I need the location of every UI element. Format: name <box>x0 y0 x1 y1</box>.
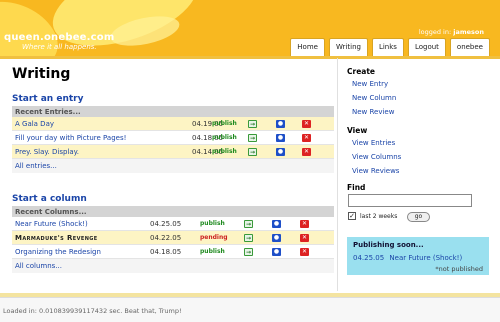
column-status: pending <box>200 234 228 241</box>
find-go-button[interactable]: go <box>407 212 430 222</box>
new-column-link[interactable]: New Column <box>352 94 396 102</box>
delete-x-icon[interactable]: ✕ <box>300 247 309 256</box>
site-header: queen.onebee.com Where it all happens. l… <box>0 0 500 56</box>
entry-row: Prey. Slay. Display. 04.14.05 publish → … <box>12 145 334 159</box>
entry-status: publish <box>212 134 237 141</box>
column-row: Near Future (Shock!) 04.25.05 publish → … <box>12 217 334 231</box>
entry-title-link[interactable]: Fill your day with Picture Pages! <box>12 134 126 142</box>
arrow-go-icon[interactable]: → <box>248 147 257 156</box>
arrow-go-icon[interactable]: → <box>248 119 257 128</box>
column-title-link[interactable]: Organizing the Redesign <box>12 248 101 256</box>
entry-title-link[interactable]: A Gala Day <box>12 120 54 128</box>
start-column-link[interactable]: Start a column <box>12 194 334 204</box>
columns-section: Start a column Recent Columns... Near Fu… <box>12 194 334 273</box>
magnifier-view-icon[interactable]: ● <box>276 119 285 128</box>
entries-section: Start an entry Recent Entries... A Gala … <box>12 94 334 173</box>
publishing-soon-item: 04.25.05 Near Future (Shock!) <box>353 254 462 262</box>
entry-row: A Gala Day 04.19.05 publish → ● ✕ <box>12 117 334 131</box>
site-title[interactable]: queen.onebee.com <box>4 32 114 43</box>
arrow-go-icon[interactable]: → <box>244 233 253 242</box>
create-heading: Create <box>347 67 376 76</box>
view-reviews-link[interactable]: View Reviews <box>352 167 399 175</box>
not-published-note: *not published <box>435 265 483 273</box>
column-date: 04.25.05 <box>150 219 182 228</box>
column-row: Marmaduke's Revenge 04.22.05 pending → ●… <box>12 231 334 245</box>
magnifier-view-icon[interactable]: ● <box>272 233 281 242</box>
logged-in-status: logged in: jameson <box>419 28 484 36</box>
last-2-weeks-checkbox[interactable]: ✓ <box>348 212 356 220</box>
nav-tab-links[interactable]: Links <box>371 38 404 56</box>
delete-x-icon[interactable]: ✕ <box>300 219 309 228</box>
new-review-link[interactable]: New Review <box>352 108 394 116</box>
recent-entries-header: Recent Entries... <box>12 106 334 117</box>
nav-tab-logout[interactable]: Logout <box>407 38 446 56</box>
delete-x-icon[interactable]: ✕ <box>300 233 309 242</box>
delete-x-icon[interactable]: ✕ <box>302 147 311 156</box>
start-entry-link[interactable]: Start an entry <box>12 94 334 104</box>
top-nav: Home Writing Links Logout onebee <box>290 38 490 56</box>
entry-status: publish <box>212 120 237 127</box>
arrow-go-icon[interactable]: → <box>244 247 253 256</box>
publishing-soon-title: Publishing soon... <box>353 241 424 249</box>
magnifier-view-icon[interactable]: ● <box>272 219 281 228</box>
magnifier-view-icon[interactable]: ● <box>272 247 281 256</box>
magnifier-view-icon[interactable]: ● <box>276 133 285 142</box>
publishing-soon-link[interactable]: Near Future (Shock!) <box>389 254 462 262</box>
magnifier-view-icon[interactable]: ● <box>276 147 285 156</box>
publishing-soon-box: Publishing soon... 04.25.05 Near Future … <box>347 237 489 275</box>
entry-row: Fill your day with Picture Pages! 04.18.… <box>12 131 334 145</box>
recent-columns-header: Recent Columns... <box>12 206 334 217</box>
publishing-soon-date: 04.25.05 <box>353 254 385 262</box>
sidebar: Create New Entry New Column New Review V… <box>337 58 500 291</box>
arrow-go-icon[interactable]: → <box>244 219 253 228</box>
delete-x-icon[interactable]: ✕ <box>302 119 311 128</box>
view-heading: View <box>347 126 368 135</box>
main-content: Writing Start an entry Recent Entries...… <box>12 64 334 273</box>
nav-tab-onebee[interactable]: onebee <box>449 38 490 56</box>
all-columns-link[interactable]: All columns... <box>12 259 334 273</box>
all-entries-link[interactable]: All entries... <box>12 159 334 173</box>
footer: Loaded in: 0.010839939117432 sec. Beat t… <box>0 297 500 322</box>
entry-status: publish <box>212 148 237 155</box>
column-title-link[interactable]: Marmaduke's Revenge <box>12 234 98 242</box>
column-row: Organizing the Redesign 04.18.05 publish… <box>12 245 334 259</box>
column-date: 04.18.05 <box>150 247 182 256</box>
arrow-go-icon[interactable]: → <box>248 133 257 142</box>
column-date: 04.22.05 <box>150 233 182 242</box>
nav-tab-writing[interactable]: Writing <box>328 38 368 56</box>
new-entry-link[interactable]: New Entry <box>352 80 388 88</box>
site-tagline: Where it all happens. <box>22 43 97 51</box>
view-columns-link[interactable]: View Columns <box>352 153 401 161</box>
column-title-link[interactable]: Near Future (Shock!) <box>12 220 88 228</box>
last-2-weeks-label: last 2 weeks <box>360 213 398 220</box>
entry-title-link[interactable]: Prey. Slay. Display. <box>12 148 79 156</box>
view-entries-link[interactable]: View Entries <box>352 139 395 147</box>
find-input[interactable] <box>348 194 472 207</box>
column-status: publish <box>200 248 225 255</box>
username: jameson <box>453 28 484 36</box>
page-title: Writing <box>12 66 71 82</box>
column-status: publish <box>200 220 225 227</box>
nav-tab-home[interactable]: Home <box>290 38 325 56</box>
delete-x-icon[interactable]: ✕ <box>302 133 311 142</box>
load-time-text: Loaded in: 0.010839939117432 sec. Beat t… <box>3 307 182 315</box>
logged-in-prefix: logged in: <box>418 28 452 36</box>
find-heading: Find <box>347 183 366 192</box>
